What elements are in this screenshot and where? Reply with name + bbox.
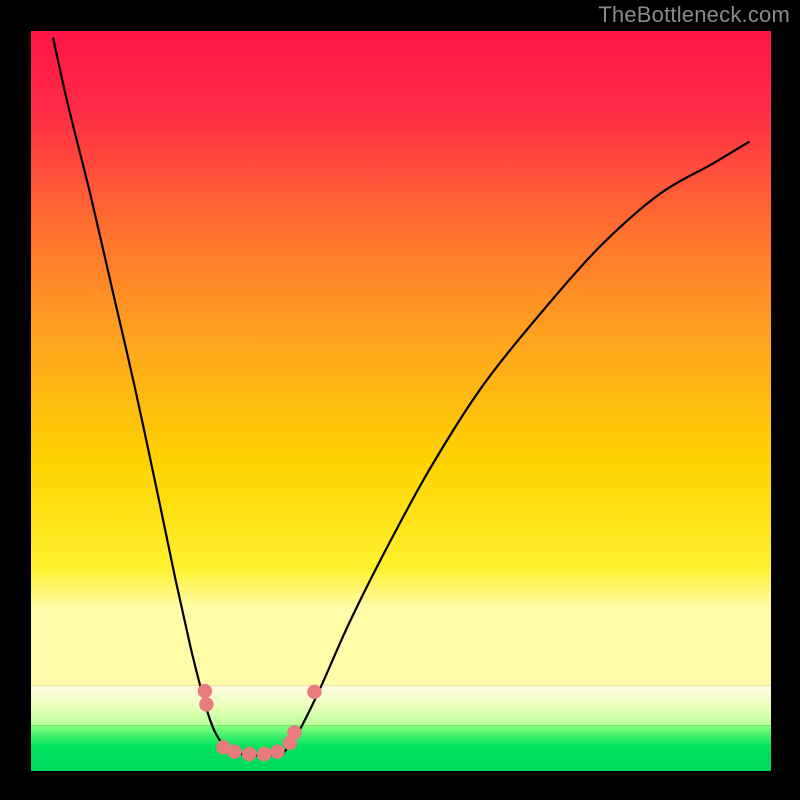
data-marker [257, 747, 271, 761]
data-marker [270, 745, 284, 759]
data-marker [287, 725, 301, 739]
gradient-bg [31, 31, 771, 686]
data-marker [242, 747, 256, 761]
data-marker [227, 745, 241, 759]
bottleneck-chart [0, 0, 800, 800]
plot-area [31, 31, 771, 771]
green-band [31, 725, 771, 771]
watermark-text: TheBottleneck.com [598, 2, 790, 28]
data-marker [198, 684, 212, 698]
figure: TheBottleneck.com [0, 0, 800, 800]
pale-band [31, 686, 771, 725]
data-marker [199, 697, 213, 711]
data-marker [307, 685, 321, 699]
